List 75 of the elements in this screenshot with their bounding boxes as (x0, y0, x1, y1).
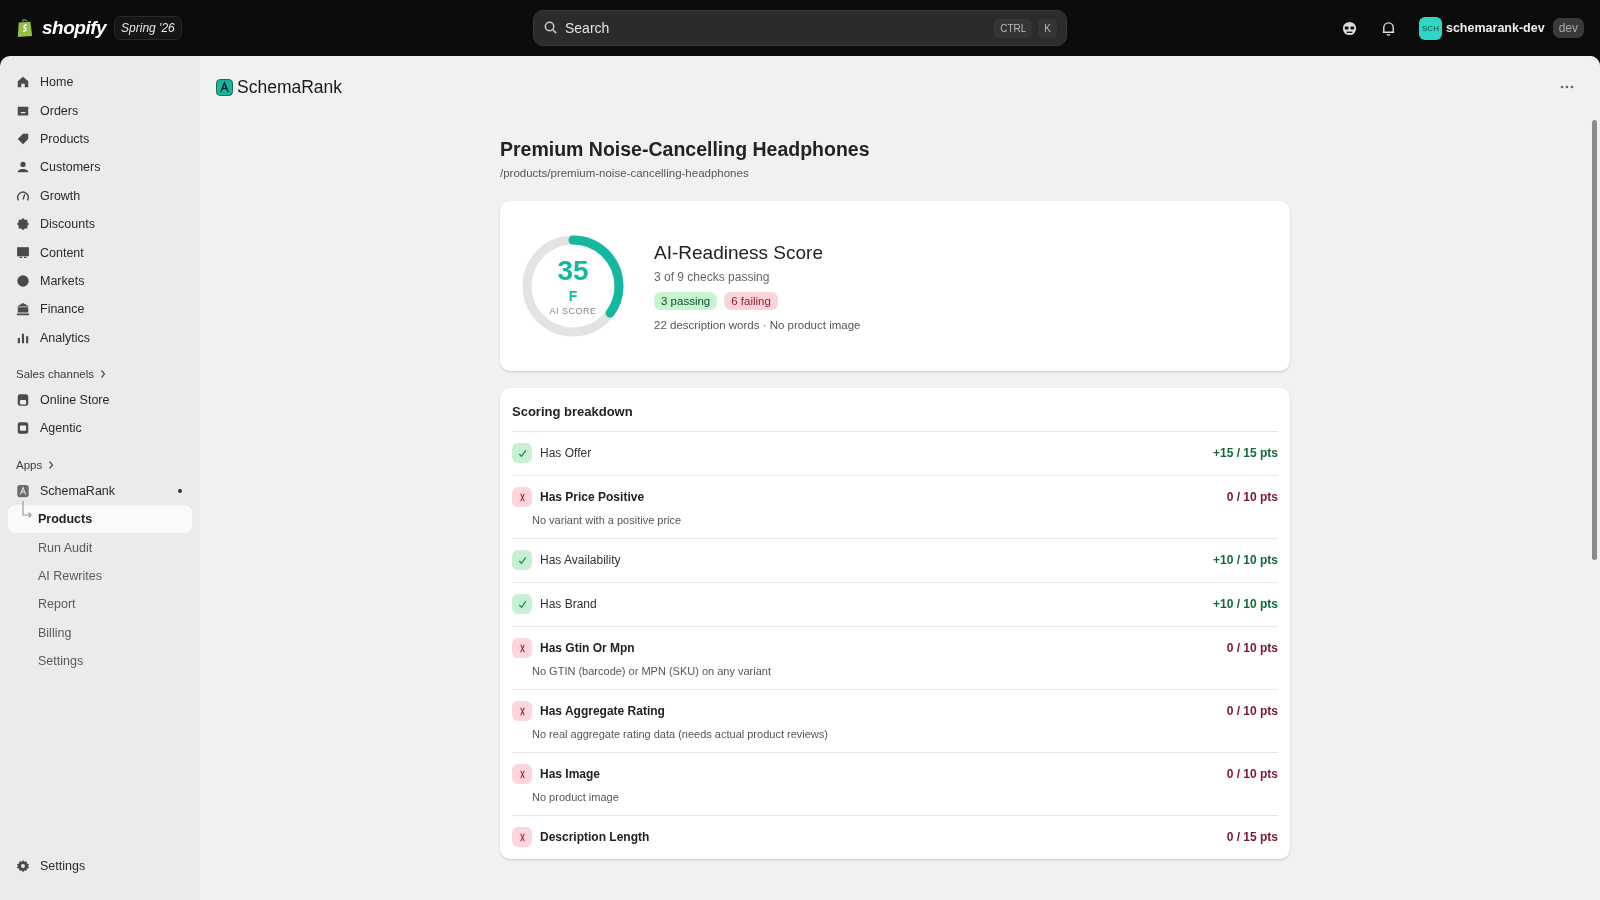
check-name: Has Image (540, 767, 601, 781)
product-title: Premium Noise-Cancelling Headphones (500, 138, 871, 161)
nav-item[interactable]: Orders (8, 96, 192, 125)
status-badge: 6 failing (724, 291, 778, 310)
app-title: SchemaRank (237, 76, 343, 98)
app-logo-icon (216, 78, 233, 96)
checks-summary: 3 of 9 checks passing (654, 269, 771, 284)
score-caption: AI SCORE (549, 306, 597, 317)
product-path: /products/premium-noise-cancelling-headphones (500, 167, 750, 179)
settings-icon (16, 858, 30, 873)
nav-item[interactable]: Agentic (8, 414, 192, 443)
check-detail: No GTIN (barcode) or MPN (SKU) on any variant (532, 665, 773, 677)
breakdown-title: Scoring breakdown (512, 404, 634, 419)
section-heading[interactable]: Apps (8, 458, 192, 471)
check-detail: No real aggregate rating data (needs actual product reviews) (532, 728, 829, 740)
nav-item[interactable]: Discounts (8, 209, 192, 239)
dev-badge: dev (1552, 18, 1584, 38)
gauge-icon (16, 188, 30, 203)
settings-nav-item[interactable]: Settings (8, 851, 192, 880)
check-name: Description Length (540, 830, 650, 844)
tag-icon (16, 131, 30, 146)
check-name: Has Offer (540, 446, 592, 460)
check-name: Has Brand (540, 597, 597, 611)
shopping-bag-icon (16, 17, 34, 39)
person-icon (16, 160, 30, 175)
check-points: 0 / 10 pts (1226, 641, 1278, 655)
sidekick-icon[interactable] (1340, 19, 1358, 37)
home-icon (16, 75, 30, 90)
check-points: +15 / 15 pts (1212, 446, 1278, 460)
check-points: 0 / 10 pts (1226, 490, 1278, 504)
sub-nav-item[interactable]: Settings (8, 647, 192, 676)
check-name: Has Availability (540, 553, 621, 567)
score-title: AI-Readiness Score (654, 241, 824, 264)
sub-nav-item[interactable]: Billing (8, 618, 192, 648)
check-points: 0 / 10 pts (1226, 767, 1278, 781)
chevron-right-icon (100, 368, 106, 379)
sub-nav-item[interactable]: Report (8, 590, 192, 619)
search-icon (543, 20, 558, 35)
nav-item[interactable]: Content (8, 238, 192, 267)
chevron-right-icon (48, 459, 55, 470)
nav-item[interactable]: Online Store (8, 385, 192, 415)
nav-item[interactable]: Home (8, 68, 192, 97)
store-avatar[interactable]: SCH (1418, 16, 1442, 40)
nav-item[interactable]: Analytics (8, 323, 192, 352)
check-points: +10 / 10 pts (1212, 597, 1278, 611)
score-note: 22 description words · No product image (654, 318, 861, 331)
app-nav-item[interactable]: SchemaRank (8, 476, 192, 506)
storefront-icon (16, 393, 30, 408)
check-name: Has Aggregate Rating (540, 704, 665, 718)
score-grade: F (568, 288, 578, 305)
score-value: 35 (557, 255, 589, 287)
status-badge: 3 passing (654, 291, 718, 310)
section-heading[interactable]: Sales channels (8, 367, 192, 380)
check-detail: No product image (532, 791, 620, 803)
more-icon (1560, 85, 1574, 89)
brand-name[interactable]: shopify (42, 17, 107, 39)
check-name: Has Gtin Or Mpn (540, 641, 635, 655)
sub-nav-item[interactable]: AI Rewrites (8, 561, 192, 591)
check-detail: No variant with a positive price (532, 514, 683, 526)
screen-icon (16, 245, 30, 260)
check-points: 0 / 15 pts (1226, 830, 1278, 844)
nav-item[interactable]: Customers (8, 153, 192, 182)
nav-item[interactable]: Growth (8, 181, 192, 210)
store-name[interactable]: schemarank-dev (1445, 21, 1545, 35)
check-name: Has Price Positive (540, 490, 645, 504)
nav-item[interactable]: Finance (8, 295, 192, 324)
check-points: 0 / 10 pts (1226, 704, 1278, 718)
badge-icon (16, 217, 30, 232)
edition-badge: Spring '26 (114, 16, 182, 40)
app-icon (16, 483, 30, 498)
sub-nav-item[interactable]: Run Audit (8, 533, 192, 562)
bank-icon (16, 302, 30, 317)
nav-item[interactable]: Products (8, 124, 192, 154)
check-points: +10 / 10 pts (1212, 553, 1278, 567)
nav-item[interactable]: Markets (8, 266, 192, 296)
